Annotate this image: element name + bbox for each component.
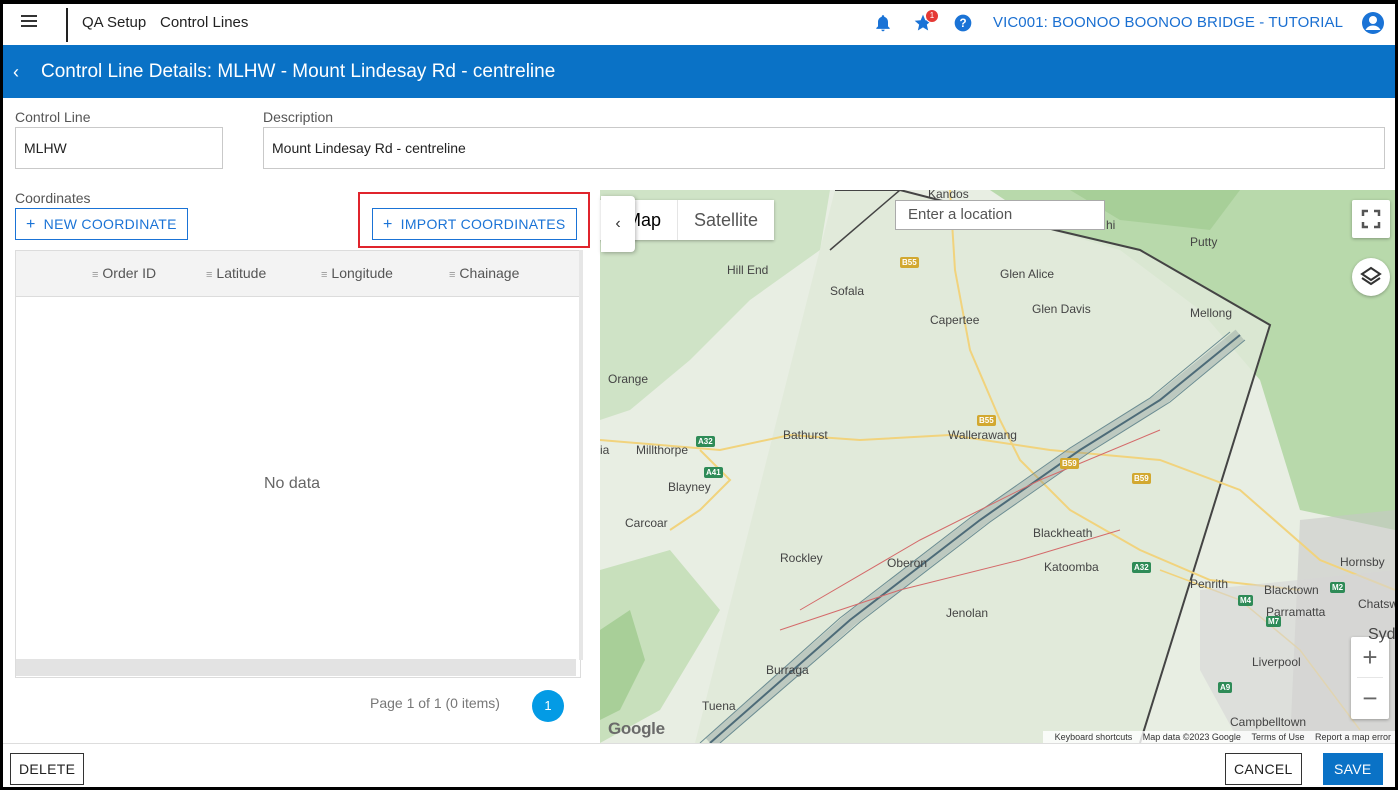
control-line-label: Control Line	[15, 109, 91, 125]
filter-icon[interactable]: ≡	[449, 269, 455, 281]
column-latitude[interactable]: ≡ Latitude	[206, 265, 266, 281]
description-field[interactable]: Mount Lindesay Rd - centreline	[263, 127, 1385, 169]
save-button[interactable]: SAVE	[1323, 753, 1383, 785]
map-label: Campbelltown	[1230, 715, 1307, 729]
location-search-input[interactable]: Enter a location	[895, 200, 1105, 230]
map-label: Oberon	[887, 556, 928, 570]
map-label: Syd	[1368, 626, 1395, 643]
project-selector[interactable]: VIC001: BOONOO BOONOO BRIDGE - TUTORIAL	[993, 14, 1343, 31]
map-label: Bathurst	[783, 428, 828, 442]
breadcrumb-qa-setup[interactable]: QA Setup	[82, 14, 146, 31]
notification-badge: 1	[925, 9, 939, 23]
google-logo: Google	[608, 719, 665, 738]
map-label: Sofala	[830, 284, 865, 298]
page-button[interactable]: 1	[532, 690, 564, 722]
description-label: Description	[263, 109, 334, 125]
page-title: Control Line Details: MLHW - Mount Linde…	[41, 61, 556, 82]
coordinates-label: Coordinates	[15, 190, 91, 206]
pager-info: Page 1 of 1 (0 items)	[370, 695, 500, 711]
report-error-link[interactable]: Report a map error	[1315, 732, 1391, 742]
map-label: Mellong	[1190, 306, 1233, 320]
filter-icon[interactable]: ≡	[321, 269, 327, 281]
map[interactable]: Map Satellite Enter a location + − Kando…	[600, 190, 1395, 743]
keyboard-shortcuts-link[interactable]: Keyboard shortcuts	[1055, 732, 1133, 742]
new-coordinate-button[interactable]: + NEW COORDINATE	[15, 208, 188, 240]
road-shield: A32	[1132, 562, 1151, 573]
control-line-field[interactable]: MLHW	[15, 127, 223, 169]
road-shield: M2	[1330, 582, 1346, 593]
map-label: Blackheath	[1033, 526, 1093, 540]
map-label: Wallerawang	[948, 428, 1017, 442]
zoom-out-button[interactable]: −	[1351, 678, 1389, 718]
bell-icon[interactable]	[873, 13, 893, 33]
map-label: Kandos	[928, 190, 969, 201]
map-label: Jenolan	[946, 606, 989, 620]
fullscreen-icon	[1361, 209, 1381, 229]
cancel-button[interactable]: CANCEL	[1225, 753, 1302, 785]
column-chainage[interactable]: ≡ Chainage	[449, 265, 519, 281]
column-longitude[interactable]: ≡ Longitude	[321, 265, 393, 281]
fullscreen-button[interactable]	[1352, 200, 1390, 238]
map-label: Carcoar	[625, 516, 668, 530]
map-label: Glen Davis	[1032, 302, 1091, 316]
layers-icon	[1360, 266, 1382, 286]
map-attribution: Keyboard shortcuts Map data ©2023 Google…	[1042, 731, 1395, 743]
grid-header: ≡ Order ID ≡ Latitude ≡ Longitude ≡ Chainage	[16, 251, 580, 297]
satellite-tab[interactable]: Satellite	[677, 200, 774, 240]
breadcrumb-control-lines[interactable]: Control Lines	[160, 14, 248, 31]
road-shield: B55	[977, 415, 996, 426]
svg-text:?: ?	[959, 17, 966, 30]
map-label: Tuena	[702, 699, 736, 713]
map-label: Millthorpe	[636, 443, 689, 457]
road-shield: A9	[1218, 682, 1233, 693]
map-label: Penrith	[1190, 577, 1229, 591]
map-data-text: Map data ©2023 Google	[1142, 732, 1241, 742]
column-order-id[interactable]: ≡ Order ID	[92, 265, 156, 281]
highlight-box	[358, 192, 590, 248]
terms-link[interactable]: Terms of Use	[1251, 732, 1304, 742]
layers-button[interactable]	[1352, 258, 1390, 296]
map-label: Rockley	[780, 551, 823, 565]
menu-icon[interactable]	[21, 15, 37, 27]
empty-message: No data	[264, 475, 321, 492]
horizontal-scrollbar[interactable]	[16, 659, 576, 676]
plus-icon: +	[26, 216, 36, 233]
map-label: Capertee	[930, 313, 980, 327]
map-label: Hornsby	[1340, 555, 1385, 569]
road-shield: B59	[1132, 473, 1151, 484]
top-bar: QA Setup Control Lines 1 ? VIC001: BOONO…	[3, 4, 1395, 44]
filter-icon[interactable]: ≡	[206, 269, 212, 281]
road-shield: A41	[704, 467, 723, 478]
road-shield: M4	[1238, 595, 1254, 606]
divider	[66, 8, 68, 42]
account-icon[interactable]	[1361, 11, 1385, 35]
coordinates-grid: ≡ Order ID ≡ Latitude ≡ Longitude ≡ Chainage…	[15, 250, 581, 678]
filter-icon[interactable]: ≡	[92, 269, 98, 281]
map-label: hi	[1106, 218, 1116, 232]
zoom-control: + −	[1351, 637, 1389, 719]
map-label: Blayney	[668, 480, 711, 494]
delete-button[interactable]: DELETE	[10, 753, 85, 785]
map-label: Putty	[1190, 235, 1218, 249]
map-label: Glen Alice	[1000, 267, 1055, 281]
back-icon[interactable]: ‹	[13, 62, 19, 83]
map-label: Blacktown	[1264, 583, 1319, 597]
map-label: Burraga	[766, 663, 809, 677]
road-shield: B59	[1060, 458, 1079, 469]
map-label: Orange	[608, 372, 649, 386]
road-shield: B55	[900, 257, 919, 268]
map-label: Liverpool	[1252, 655, 1301, 669]
road-shield: M7	[1266, 616, 1282, 627]
page-header: ‹ Control Line Details: MLHW - Mount Lin…	[3, 45, 1395, 98]
map-label: Chatsw	[1358, 597, 1395, 611]
map-label: ia	[600, 443, 610, 457]
map-label: Hill End	[727, 263, 769, 277]
vertical-scrollbar[interactable]	[579, 250, 583, 660]
new-coordinate-label: NEW COORDINATE	[43, 216, 177, 232]
help-icon[interactable]: ?	[953, 13, 973, 33]
footer-bar: DELETE CANCEL SAVE	[3, 743, 1395, 788]
map-label: Katoomba	[1044, 560, 1099, 574]
collapse-panel-button[interactable]: ‹	[601, 196, 635, 252]
road-shield: A32	[696, 436, 715, 447]
